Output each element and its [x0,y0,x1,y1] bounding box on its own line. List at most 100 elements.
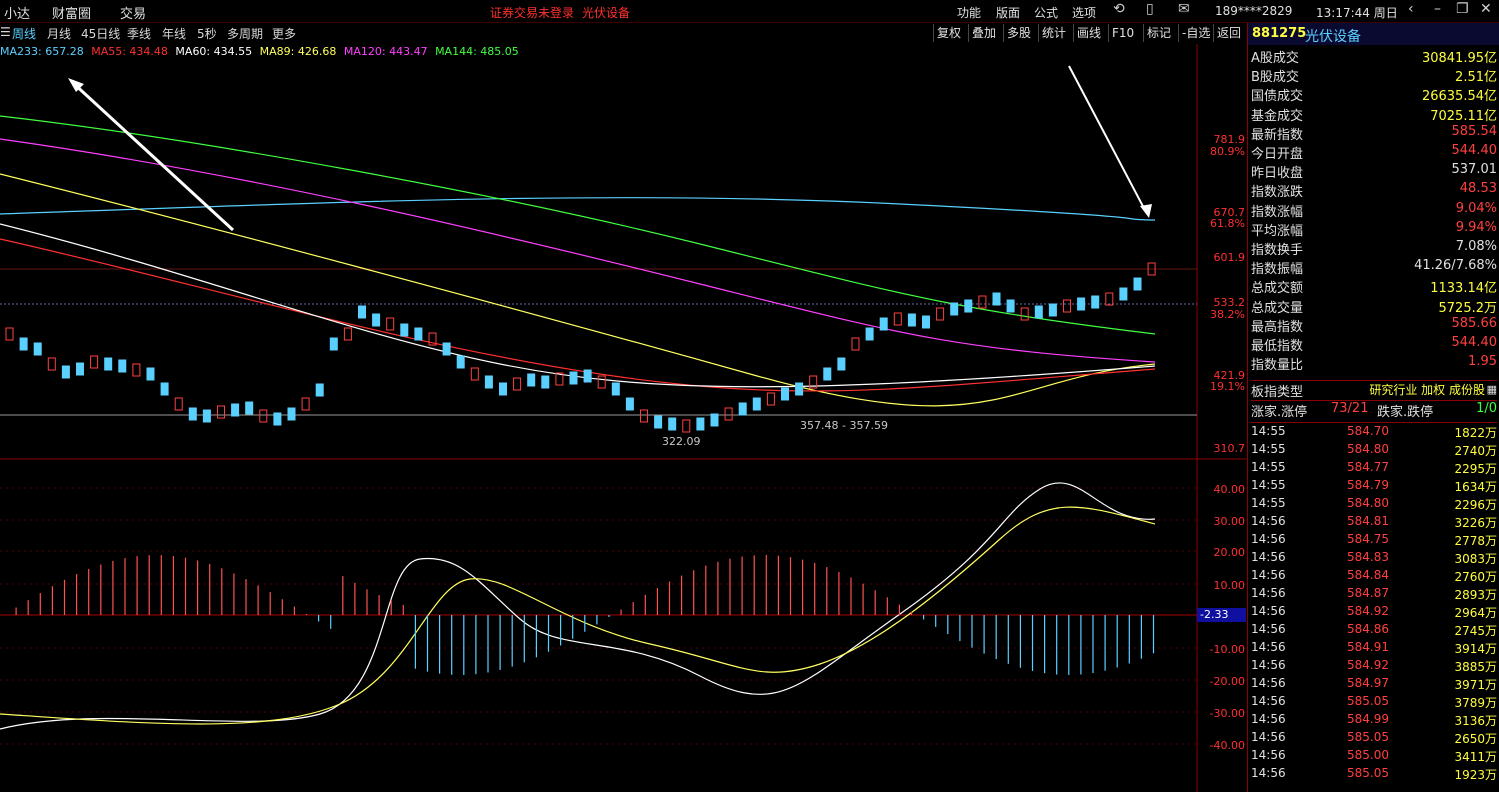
candle [1077,297,1086,311]
stat-label: 总成交量 [1251,300,1304,316]
remove-watchlist-button[interactable]: -自选 [1178,24,1213,42]
candle [724,407,733,421]
mark-button[interactable]: 标记 [1143,24,1174,42]
candle [893,312,902,326]
axis-label: 19.1% [1210,380,1245,393]
refresh-icon[interactable]: ⟲ [1113,1,1125,17]
candle [372,313,381,327]
tab-weekly[interactable]: 周线 [12,25,36,42]
stat-row: 指数涨幅 9.04% [1251,201,1497,220]
tick-volume: 2740万 [1454,444,1497,458]
candle [1119,287,1128,301]
candle [414,327,423,341]
stat-value: 1133.14亿 [1430,281,1497,297]
f10-button[interactable]: F10 [1108,24,1137,42]
candle [992,292,1001,306]
stats-button[interactable]: 统计 [1038,24,1069,42]
draw-line-button[interactable]: 画线 [1073,24,1104,42]
restore-icon[interactable]: ❐ [1456,1,1469,17]
tick-row: 14:55 584.80 2740万 [1251,442,1497,460]
stat-value: 544.40 [1451,143,1498,158]
stat-value: 537.01 [1451,162,1498,178]
tick-row: 14:56 584.97 3971万 [1251,676,1497,694]
menu-item-trade[interactable]: 交易 [120,3,146,22]
menu-item-caifuquan[interactable]: 财富圈 [52,3,91,22]
candle [273,412,282,426]
tick-volume: 1822万 [1454,426,1497,440]
candle [1020,307,1029,321]
macd-axis-label: 40.00 [1213,483,1246,496]
candle [640,409,648,423]
up-label: 涨家.涨停 [1251,405,1308,420]
candle [202,409,211,423]
fuquan-button[interactable]: 复权 [933,24,964,42]
candle [696,417,705,431]
candle [259,409,268,423]
menu-layout[interactable]: 版面 [996,4,1020,21]
quote-header: 881275 光伏设备 [1248,23,1499,45]
mail-icon[interactable]: ✉ [1178,1,1190,17]
close-icon[interactable]: ✕ [1480,1,1492,17]
tick-row: 14:55 584.70 1822万 [1251,424,1497,442]
tab-quarterly[interactable]: 季线 [127,25,151,42]
candle [964,299,973,313]
grid-icon[interactable]: ▦ [1487,383,1497,396]
kline-chart[interactable]: 322.09 357.48 - 357.59 [0,44,1246,792]
menu-item-xiaoda[interactable]: 小达 [4,3,30,22]
stat-row: 总成交量 5725.2万 [1251,297,1497,316]
candle [343,327,352,341]
overlay-button[interactable]: 叠加 [968,24,999,42]
tab-yearly[interactable]: 年线 [162,25,186,42]
down-value: 1/0 [1476,401,1497,416]
tick-time: 14:56 [1251,748,1286,762]
candle [358,305,366,319]
stat-value: 5725.2万 [1438,300,1498,316]
tick-row: 14:56 584.99 3136万 [1251,712,1497,730]
tick-price: 585.00 [1347,748,1389,762]
tick-price: 584.75 [1347,532,1389,546]
stat-row: 平均涨幅 9.94% [1251,220,1497,239]
tab-monthly[interactable]: 月线 [47,25,71,42]
tab-multi-period[interactable]: 多周期 [227,25,263,42]
clock: 13:17:44 周日 [1316,6,1398,20]
tab-5sec[interactable]: 5秒 [197,25,217,42]
macd-axis-label: -30.00 [1209,707,1245,720]
stat-value: 48.53 [1459,181,1497,197]
login-status[interactable]: 证券交易未登录 [490,4,574,21]
tick-time: 14:56 [1251,766,1286,780]
phone-icon[interactable]: ▯ [1146,1,1154,17]
range-label: 357.48 - 357.59 [800,419,888,432]
stat-label: 今日开盘 [1251,147,1304,162]
candle [470,367,479,381]
tick-time: 14:56 [1251,586,1286,600]
stat-row: B股成交 2.51亿 [1251,66,1497,85]
tick-time: 14:56 [1251,550,1286,564]
back-icon[interactable]: ‹ [1408,1,1414,17]
candle [837,357,846,371]
stat-row: 指数涨跌 48.53 [1251,181,1497,200]
menu-options[interactable]: 选项 [1072,4,1096,21]
stat-value: 1.95 [1468,354,1497,370]
tick-price: 584.99 [1347,712,1389,726]
back-button[interactable]: 返回 [1213,24,1244,42]
tick-row: 14:56 585.05 3789万 [1251,694,1497,712]
stat-row: 最新指数 585.54 [1251,124,1497,143]
macd-axis-label: 30.00 [1213,515,1246,528]
tab-more[interactable]: 更多 [272,25,296,42]
menu-formula[interactable]: 公式 [1034,4,1058,21]
tick-time: 14:56 [1251,568,1286,582]
tick-volume: 3083万 [1454,552,1497,566]
multi-stock-button[interactable]: 多股 [1003,24,1034,42]
tick-volume: 2964万 [1454,606,1497,620]
minimize-icon[interactable]: – [1434,1,1441,17]
account-id[interactable]: 189****2829 [1215,4,1292,18]
stat-value: 585.66 [1451,315,1498,331]
candle [795,382,804,396]
menu-function[interactable]: 功能 [957,4,981,21]
candle [146,367,155,381]
board-type-value[interactable]: 研究行业 加权 成份股 [1369,381,1485,398]
candle [766,392,775,406]
tab-45day[interactable]: 45日线 [81,25,120,42]
candle [188,407,197,421]
tick-volume: 2650万 [1454,732,1497,746]
